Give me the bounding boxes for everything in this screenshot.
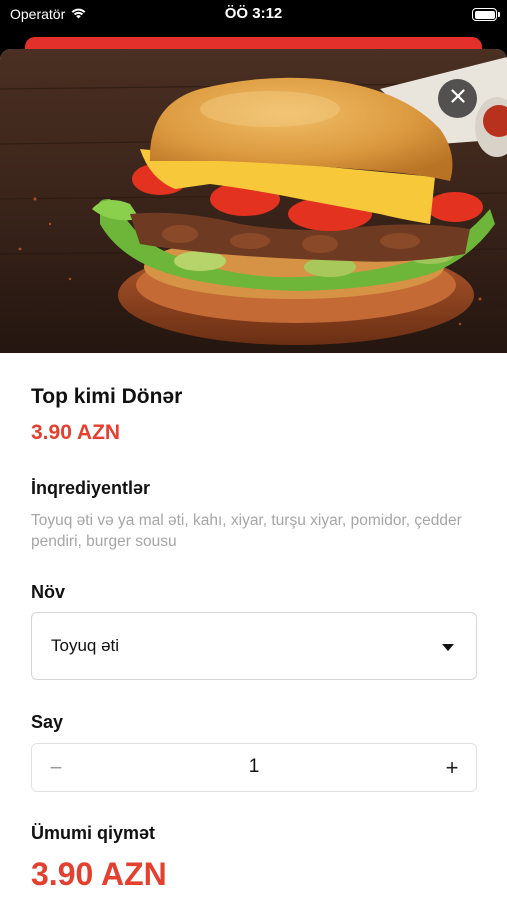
decrement-button[interactable]: − [32,744,80,791]
close-button[interactable] [438,79,477,118]
total-price: 3.90 AZN [31,856,167,892]
caret-down-icon [442,644,454,651]
type-label: Növ [31,582,66,602]
ingredients-text: Toyuq əti və ya mal əti, kahı, xiyar, tu… [31,512,462,550]
product-title: Top kimi Dönər [31,385,183,408]
product-price: 3.90 AZN [31,421,121,444]
type-select[interactable]: Toyuq əti [31,612,477,680]
close-icon [450,89,465,108]
product-image [0,49,507,353]
quantity-label: Say [31,712,64,732]
status-bar: Operatör ÖÖ 3:12 [0,0,507,30]
ingredients-label: İnqrediyentlər [31,478,151,498]
total-label: Ümumi qiymət [31,823,156,843]
increment-button[interactable]: + [428,744,476,791]
battery-icon [472,8,500,21]
quantity-value: 1 [248,756,260,777]
type-select-value: Toyuq əti [51,636,120,655]
quantity-stepper: − 1 + [31,743,477,792]
product-detail-sheet: Top kimi Dönər 3.90 AZN İnqrediyentlər T… [0,49,507,900]
status-time: ÖÖ 3:12 [224,5,283,22]
